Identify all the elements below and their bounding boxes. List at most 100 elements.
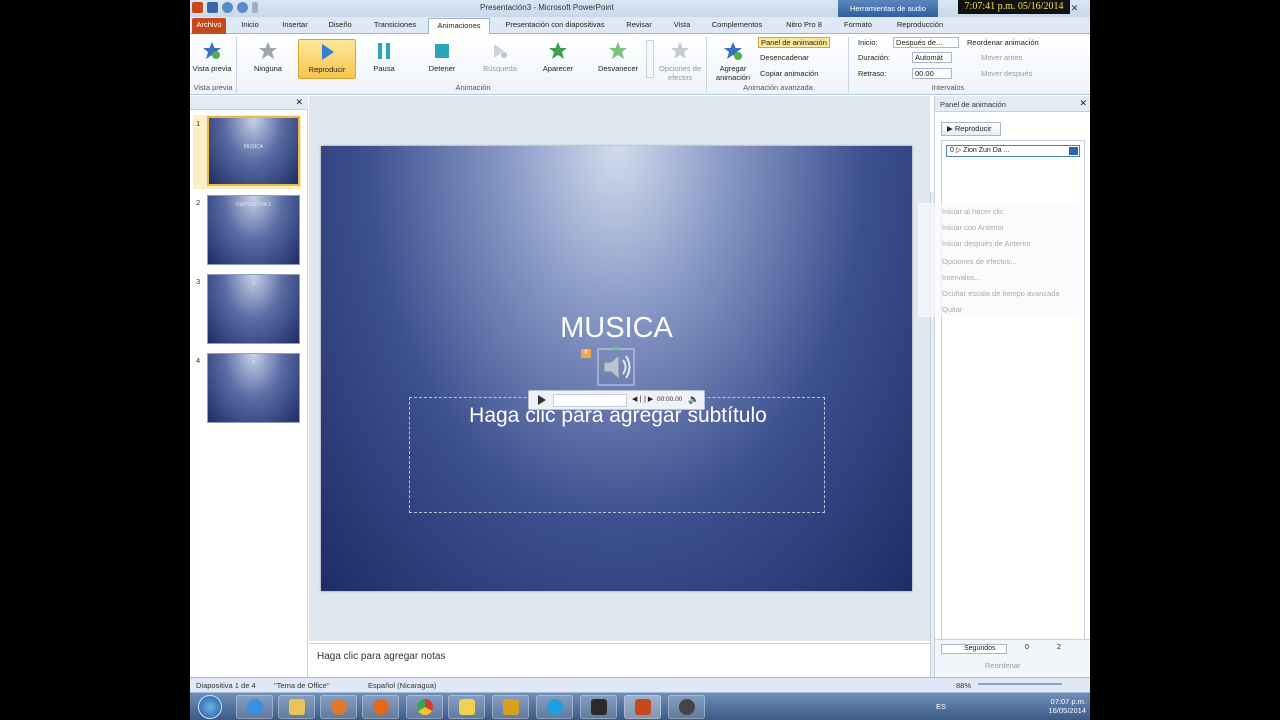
trigger-button[interactable]: Desencadenar [760,53,809,62]
anim-desvanecer[interactable]: Desvanecer [590,39,646,79]
start-label: Inicio: [858,38,878,47]
delay-input[interactable]: 00.00 [912,68,952,79]
animation-list: 0 ▷ Zion Zun Da ... Iniciar al hacer cli… [918,140,1085,640]
audio-player: ◀❘ ❘▶ 00:00.00 🔈 [528,390,705,410]
pen-taskbar-icon[interactable] [448,695,485,719]
tab-revisar[interactable]: Revisar [622,18,656,34]
menu-item-start-after-previous[interactable]: Iniciar después de Anterior [942,239,1031,248]
language[interactable]: Español (Nicaragua) [368,681,436,690]
tab-vista[interactable]: Vista [668,18,696,34]
ie-taskbar-icon[interactable] [236,695,273,719]
slide-thumbnail-3[interactable]: 3 [207,274,300,344]
move-later-button[interactable]: Mover después [981,69,1032,78]
notes-pane[interactable]: Haga clic para agregar notas [309,643,930,677]
close-icon[interactable]: ✕ [1079,98,1087,109]
start-button-icon[interactable] [198,695,222,719]
group-divider [236,37,237,93]
tab-diseno[interactable]: Diseño [322,18,358,34]
recorder-icon [678,699,695,715]
duration-input[interactable]: Automát [912,52,952,63]
slide-thumbnail-1[interactable]: MUSICA [207,116,300,186]
theme-name: "Tema de Office" [274,681,330,690]
slide-canvas[interactable]: MUSICA Haga clic para agregar subtítulo … [321,146,912,591]
undo-icon[interactable] [222,2,233,13]
powerpoint-logo-icon [192,2,203,13]
pane-play-button[interactable]: ▶ Reproducir [941,122,1001,136]
move-earlier-button[interactable]: Mover antes [981,53,1022,62]
recorder-taskbar-icon[interactable] [668,695,705,719]
powerpoint-taskbar-icon[interactable] [624,695,661,719]
add-animation-button[interactable]: Agregar animación [710,39,756,82]
gallery-scroll[interactable] [646,40,654,78]
animation-pane-button[interactable]: Panel de animación [758,37,830,48]
tab-archivo[interactable]: Archivo [192,18,226,34]
save-icon[interactable] [207,2,218,13]
copy-animation-button[interactable]: Copiar animación [760,69,818,78]
preview-label: Vista previa [192,64,232,73]
menu-item-start-on-click[interactable]: Iniciar al hacer clic [942,207,1004,216]
skip-forward-icon[interactable]: ❘▶ [642,395,653,403]
media-taskbar-icon[interactable] [320,695,357,719]
subtitle-placeholder[interactable]: Haga clic para agregar subtítulo [409,397,825,513]
tab-animaciones[interactable]: Animaciones [428,18,490,35]
slide-title[interactable]: MUSICA [321,312,912,345]
explorer-taskbar-icon[interactable] [278,695,315,719]
audio-progress-bar[interactable] [553,394,627,407]
anim-pausa[interactable]: Pausa [358,39,410,79]
customize-qa-icon[interactable] [252,2,258,13]
tab-reproduccion[interactable]: Reproducción [890,18,950,34]
grid-icon [502,699,519,715]
tab-nitro[interactable]: Nitro Pro 8 [780,18,828,34]
volume-icon[interactable]: 🔈 [688,394,699,405]
anim-aparecer[interactable]: Aparecer [532,39,584,79]
play-icon[interactable] [538,395,546,405]
slide-thumbnail-2[interactable]: DIAPOSITIVA 2 [207,195,300,265]
tab-presentacion[interactable]: Presentación con diapositivas [498,18,612,34]
anim-busqueda-label: Búsqueda [483,64,517,73]
tab-inicio[interactable]: Inicio [234,18,266,34]
start-select[interactable]: Después de... [893,37,959,48]
tab-complementos[interactable]: Complementos [706,18,768,34]
redo-icon[interactable] [237,2,248,13]
apps-taskbar-icon[interactable] [492,695,529,719]
preview-button[interactable]: Vista previa [192,39,232,79]
reorder-label: Reordenar animación [967,38,1039,47]
group-divider [706,37,707,93]
add-animation-label: Agregar animación [715,64,751,82]
seek-icon [494,44,507,58]
close-icon[interactable]: ✕ [295,97,303,108]
menu-item-hide-timeline[interactable]: Ocultar escala de tiempo avanzada [942,289,1060,298]
system-clock[interactable]: 07:07 p.m. 16/05/2014 [1048,697,1086,715]
language-indicator[interactable]: ES [936,702,946,711]
tab-insertar[interactable]: Insertar [276,18,314,34]
menu-item-remove[interactable]: Quitar [942,305,962,314]
skype-taskbar-icon[interactable] [536,695,573,719]
app-taskbar-icon[interactable] [580,695,617,719]
zoom-level[interactable]: 88% [956,681,971,690]
speaker-icon[interactable] [596,347,636,387]
anim-detener[interactable]: Detener [416,39,468,79]
group-divider [848,37,849,93]
close-button[interactable]: ✕ [1070,0,1079,17]
ie-icon [246,699,263,715]
effect-options-button[interactable]: Opciones de efectos [656,39,704,82]
animation-item[interactable]: 0 ▷ Zion Zun Da ... [946,145,1080,157]
anim-ninguna[interactable]: Ninguna [242,39,294,79]
dropdown-icon[interactable] [1069,147,1078,155]
firefox-taskbar-icon[interactable] [362,695,399,719]
menu-item-timing[interactable]: Intervalos... [942,273,981,282]
tab-formato[interactable]: Formato [840,18,876,34]
anim-reproducir[interactable]: Reproducir [298,39,356,79]
zoom-slider[interactable] [978,683,1062,685]
star-play-icon [203,42,221,59]
chrome-taskbar-icon[interactable] [406,695,443,719]
chrome-icon [416,699,433,715]
anim-busqueda[interactable]: Búsqueda [474,39,526,79]
timeline-start: 0 [1025,644,1029,651]
slide-thumbnail-4[interactable]: 4 [207,353,300,423]
tab-transiciones[interactable]: Transiciones [368,18,422,34]
menu-item-effect-options[interactable]: Opciones de efectos... [942,257,1017,266]
seconds-dropdown[interactable]: Segundos [941,644,1007,654]
star-gray-icon [671,42,689,59]
menu-item-start-with-previous[interactable]: Iniciar con Anterior [942,223,1004,232]
